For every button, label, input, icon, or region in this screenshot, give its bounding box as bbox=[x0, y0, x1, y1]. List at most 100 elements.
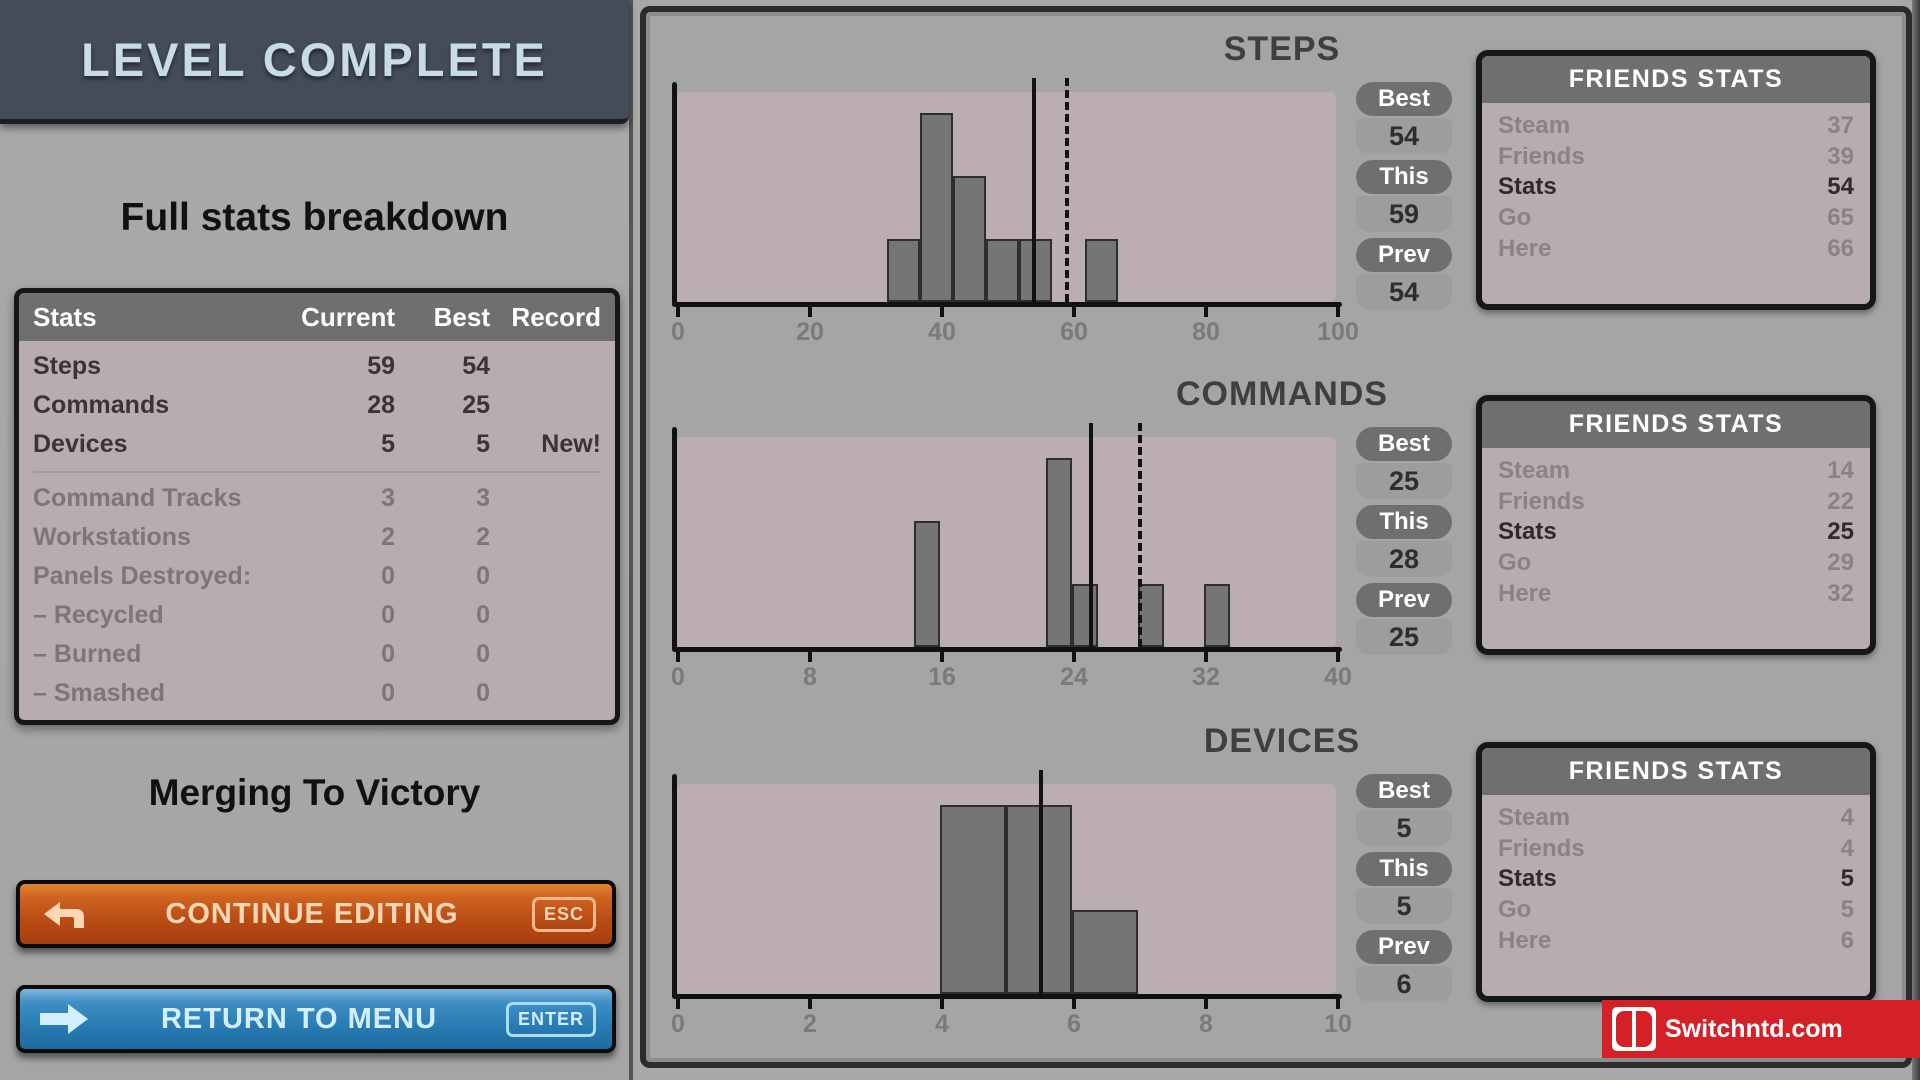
marker-best bbox=[1088, 423, 1093, 647]
friend-name: Stats bbox=[1498, 865, 1557, 893]
friend-value: 6 bbox=[1840, 926, 1854, 954]
plot-background bbox=[676, 437, 1336, 647]
marker-this bbox=[1065, 78, 1070, 302]
row-current: 0 bbox=[381, 562, 395, 590]
friend-name: Steam bbox=[1498, 112, 1571, 139]
table-row: – Burned 0 0 bbox=[33, 635, 601, 674]
friend-value: 5 bbox=[1840, 865, 1854, 893]
prev-label: Prev bbox=[1356, 930, 1452, 964]
y-axis-line bbox=[672, 82, 677, 306]
list-item: Stats 54 bbox=[1498, 172, 1854, 203]
friend-value: 66 bbox=[1827, 234, 1854, 262]
stats-table-body: Steps 59 54 Commands 28 25 Devices 5 5 New! Comma… bbox=[19, 341, 615, 713]
axis-tick-label: 8 bbox=[803, 663, 817, 691]
axis-tick bbox=[1204, 651, 1208, 662]
axis-tick bbox=[1204, 306, 1208, 317]
table-row: Command Tracks 3 3 bbox=[33, 479, 601, 518]
friend-value: 22 bbox=[1827, 487, 1854, 515]
axis-tick-label: 80 bbox=[1192, 318, 1220, 346]
friend-name: Friends bbox=[1498, 834, 1585, 862]
row-current: 0 bbox=[381, 679, 395, 707]
axis-tick-label: 40 bbox=[928, 318, 956, 346]
axis-tick bbox=[1336, 651, 1340, 662]
row-label: Commands bbox=[33, 391, 170, 419]
this-value: 59 bbox=[1356, 196, 1452, 232]
list-item: Friends 22 bbox=[1498, 487, 1854, 518]
stats-table-header: Stats Current Best Record bbox=[19, 293, 615, 341]
level-name: Merging To Victory bbox=[148, 772, 481, 813]
friend-name: Go bbox=[1498, 896, 1532, 924]
list-item: Stats 5 bbox=[1498, 864, 1854, 895]
enter-key-hint: ENTER bbox=[505, 1001, 596, 1037]
plot-area-devices: 0 2 4 6 8 10 bbox=[671, 770, 1406, 1054]
return-to-menu-label: RETURN TO MENU bbox=[160, 1002, 438, 1035]
watermark-text: Switchntd.com bbox=[1665, 1014, 1843, 1043]
axis-tick-label: 0 bbox=[671, 663, 685, 691]
prev-value: 25 bbox=[1356, 619, 1452, 655]
column-header-current: Current bbox=[301, 301, 395, 332]
histogram-bar bbox=[913, 521, 940, 647]
summary-column-commands: Best 25 This 28 Prev 25 bbox=[1356, 427, 1452, 661]
row-label: Workstations bbox=[33, 523, 191, 551]
axis-tick bbox=[808, 998, 812, 1009]
column-header-best: Best bbox=[433, 301, 490, 332]
axis-tick-label: 0 bbox=[671, 1010, 685, 1038]
axis-tick-label: 10 bbox=[1324, 1010, 1352, 1038]
return-to-menu-button[interactable]: RETURN TO MENU ENTER bbox=[16, 985, 616, 1053]
friends-stats-list: Steam 37 Friends 39 Stats 54 Go 65 Here 66 bbox=[1482, 103, 1870, 265]
table-row: Commands 28 25 bbox=[33, 386, 601, 425]
friends-stats-title: FRIENDS STATS bbox=[1482, 401, 1870, 448]
list-item: Friends 4 bbox=[1498, 834, 1854, 865]
table-row: Devices 5 5 New! bbox=[33, 425, 601, 464]
best-label: Best bbox=[1356, 82, 1452, 116]
axis-tick bbox=[676, 306, 680, 317]
continue-editing-button[interactable]: CONTINUE EDITING ESC bbox=[16, 880, 616, 948]
marker-best bbox=[1032, 78, 1037, 302]
axis-tick bbox=[808, 306, 812, 317]
axis-tick-label: 16 bbox=[928, 663, 956, 691]
axis-tick-label: 8 bbox=[1199, 1010, 1213, 1038]
this-value: 28 bbox=[1356, 541, 1452, 577]
friend-name: Friends bbox=[1498, 142, 1585, 170]
this-label: This bbox=[1356, 505, 1452, 539]
friends-stats-list: Steam 14 Friends 22 Stats 25 Go 29 Here 32 bbox=[1482, 448, 1870, 610]
friend-name: Steam bbox=[1498, 457, 1571, 484]
row-label: – Recycled bbox=[33, 601, 164, 629]
summary-column-devices: Best 5 This 5 Prev 6 bbox=[1356, 774, 1452, 1008]
chart-block-commands: COMMANDS 0 8 16 24 32 40 Best 25 This 28 Prev 25 FRIE… bbox=[646, 375, 1918, 691]
chart-block-steps: STEPS 0 20 40 60 80 100 Best 54 This 59 Prev 54 FRIEN… bbox=[646, 30, 1918, 346]
friend-name: Friends bbox=[1498, 487, 1585, 515]
axis-tick-label: 32 bbox=[1192, 663, 1220, 691]
row-current: 0 bbox=[381, 601, 395, 629]
axis-tick bbox=[1336, 998, 1340, 1009]
stats-subtitle: Full stats breakdown bbox=[120, 196, 509, 239]
watermark: Switchntd.com bbox=[1602, 1000, 1920, 1058]
continue-editing-label: CONTINUE EDITING bbox=[165, 897, 459, 930]
best-label: Best bbox=[1356, 427, 1452, 461]
x-axis-line bbox=[672, 647, 1342, 652]
row-label: Panels Destroyed: bbox=[33, 562, 252, 590]
friend-value: 32 bbox=[1827, 579, 1854, 607]
row-best: 0 bbox=[476, 679, 490, 707]
arrow-forward-icon bbox=[36, 999, 92, 1039]
friend-name: Go bbox=[1498, 549, 1532, 577]
this-value: 5 bbox=[1356, 888, 1452, 924]
row-best: 25 bbox=[462, 391, 490, 419]
table-row: Workstations 2 2 bbox=[33, 518, 601, 557]
best-value: 54 bbox=[1356, 118, 1452, 154]
chart-block-devices: DEVICES 0 2 4 6 8 10 Best 5 This 5 Prev 6 FRIENDS STA… bbox=[646, 722, 1918, 1038]
axis-tick bbox=[940, 306, 944, 317]
summary-column-steps: Best 54 This 59 Prev 54 bbox=[1356, 82, 1452, 316]
level-complete-banner: LEVEL COMPLETE bbox=[0, 0, 629, 124]
friend-name: Here bbox=[1498, 579, 1552, 607]
esc-key-hint: ESC bbox=[531, 896, 596, 932]
list-item: Stats 25 bbox=[1498, 517, 1854, 548]
row-label: Devices bbox=[33, 430, 128, 458]
histogram-bar bbox=[940, 805, 1006, 994]
prev-value: 54 bbox=[1356, 274, 1452, 310]
row-record: New! bbox=[541, 430, 601, 458]
row-label: Command Tracks bbox=[33, 484, 242, 512]
row-current: 3 bbox=[381, 484, 395, 512]
y-axis-line bbox=[672, 774, 677, 998]
plot-area-steps: 0 20 40 60 80 100 bbox=[671, 78, 1406, 362]
